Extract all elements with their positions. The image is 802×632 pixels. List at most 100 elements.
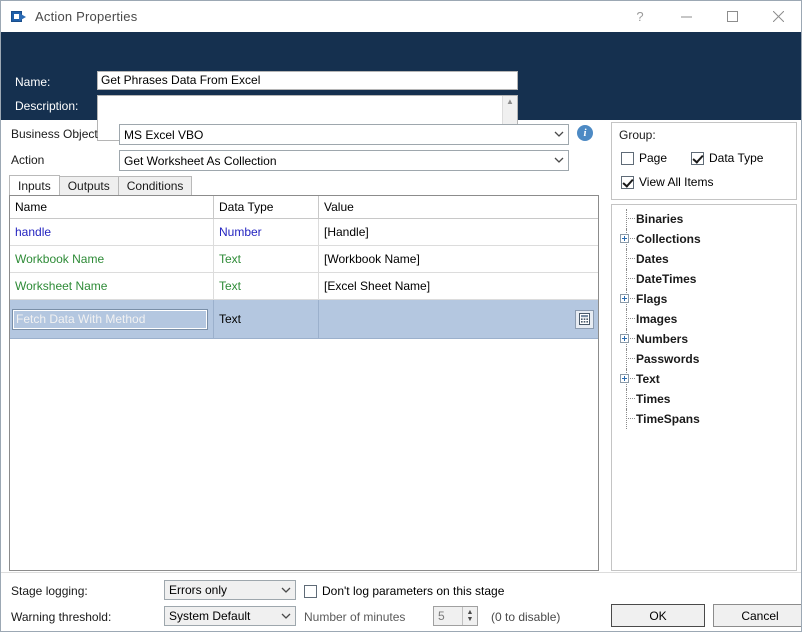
minutes-stepper-buttons[interactable]: ▲ ▼ [462,607,477,625]
tree-line [626,209,627,229]
column-header[interactable]: Data Type [213,196,318,218]
tree-item-label: Dates [636,252,669,266]
warning-threshold-label: Warning threshold: [11,610,112,624]
chevron-down-icon[interactable] [277,587,295,594]
tree-item-datetimes[interactable]: DateTimes [612,269,796,289]
scroll-up-icon[interactable]: ▲ [506,98,514,106]
minutes-value[interactable]: 5 [434,607,462,625]
tree-connector [626,418,635,419]
tree-item-label: Collections [636,232,701,246]
maximize-icon[interactable] [709,1,755,32]
name-label: Name: [15,75,51,89]
tree-connector [626,218,635,219]
expand-plus-icon[interactable] [620,294,629,303]
checkbox-page-label: Page [639,151,668,165]
tree-item-label: Numbers [636,332,689,346]
tree-connector [626,398,635,399]
help-icon[interactable]: ? [617,1,663,32]
stage-logging-select[interactable]: Errors only [164,580,296,600]
checkbox-view-all-items-box[interactable] [621,175,634,189]
tree-item-times[interactable]: Times [612,389,796,409]
stepper-up-icon[interactable]: ▲ [467,609,474,616]
window-title: Action Properties [35,9,138,24]
cancel-button[interactable]: Cancel [713,604,801,627]
table-row[interactable]: Workbook Name Text [Workbook Name] [10,246,598,273]
tree-item-label: DateTimes [636,272,697,286]
chevron-down-icon[interactable] [550,125,568,144]
tree-line [626,349,627,369]
cell-name[interactable]: Worksheet Name [10,279,213,293]
checkbox-view-all-items[interactable]: View All Items [621,175,713,189]
chevron-down-icon[interactable] [277,613,295,620]
expand-plus-icon[interactable] [620,234,629,243]
expand-plus-icon[interactable] [620,374,629,383]
cell-data-type[interactable]: Text [213,246,318,272]
cell-name[interactable]: Fetch Data With Method [10,308,213,330]
info-icon[interactable]: i [577,125,593,141]
cell-data-type[interactable]: Text [213,300,318,338]
tree-item-numbers[interactable]: Numbers [612,329,796,349]
cell-value[interactable]: [Workbook Name] [318,246,598,272]
tree-line [626,309,627,329]
stepper-down-icon[interactable]: ▼ [467,616,474,623]
tree-item-label: Binaries [636,212,684,226]
cell-value[interactable]: [Excel Sheet Name] [318,273,598,299]
tree-line [626,269,627,289]
data-items-tree[interactable]: Binaries Collections Dates DateTimes Flags Im… [611,204,797,571]
minimize-icon[interactable] [663,1,709,32]
cell-value[interactable] [318,300,598,338]
warning-threshold-select[interactable]: System Default [164,606,296,626]
ok-button[interactable]: OK [611,604,705,627]
tree-item-label: TimeSpans [636,412,700,426]
tree-item-dates[interactable]: Dates [612,249,796,269]
tab-conditions[interactable]: Conditions [117,176,193,195]
tab-outputs[interactable]: Outputs [58,176,119,195]
cell-name[interactable]: Workbook Name [10,252,213,266]
cell-data-type[interactable]: Number [213,219,318,245]
minutes-stepper[interactable]: 5 ▲ ▼ [433,606,478,626]
disable-hint: (0 to disable) [491,610,561,624]
tree-item-binaries[interactable]: Binaries [612,209,796,229]
tree-connector [626,278,635,279]
business-object-select[interactable]: MS Excel VBO [119,124,569,145]
name-input[interactable]: Get Phrases Data From Excel [97,71,518,90]
tree-item-label: Passwords [636,352,700,366]
checkbox-page[interactable]: Page [621,151,667,165]
close-icon[interactable] [755,1,801,32]
tab-label: Inputs [18,178,51,193]
description-label: Description: [15,99,79,113]
column-header[interactable]: Value [318,196,598,218]
group-panel: Group: Page Data Type View All Items [611,122,797,200]
checkbox-page-box[interactable] [621,151,634,165]
cell-value[interactable]: [Handle] [318,219,598,245]
tree-item-label: Flags [636,292,668,306]
parameter-name-input[interactable]: Fetch Data With Method [12,308,208,330]
tree-item-passwords[interactable]: Passwords [612,349,796,369]
tree-item-collections[interactable]: Collections [612,229,796,249]
tab-inputs[interactable]: Inputs [9,175,60,195]
window-controls: ? [617,1,801,32]
cell-value-text: [Excel Sheet Name] [324,279,431,293]
action-select[interactable]: Get Worksheet As Collection [119,150,569,171]
tree-item-flags[interactable]: Flags [612,289,796,309]
checkbox-data-type-box[interactable] [691,151,704,165]
checkbox-dont-log-parameters[interactable]: Don't log parameters on this stage [304,584,504,598]
checkbox-dont-log-box[interactable] [304,584,317,598]
tree-item-timespans[interactable]: TimeSpans [612,409,796,429]
chevron-down-icon[interactable] [550,151,568,170]
number-of-minutes-label: Number of minutes [304,610,406,624]
column-header[interactable]: Name [10,200,213,214]
tree-line [626,249,627,269]
table-row[interactable]: handle Number [Handle] [10,219,598,246]
parameters-grid: Name Data Type Value handle Number [Handle] Wo… [9,195,599,571]
cell-data-type[interactable]: Text [213,273,318,299]
tree-item-text[interactable]: Text [612,369,796,389]
table-row[interactable]: Worksheet Name Text [Excel Sheet Name] [10,273,598,300]
tree-item-label: Times [636,392,671,406]
checkbox-data-type[interactable]: Data Type [691,151,763,165]
cell-name[interactable]: handle [10,225,213,239]
expression-builder-icon[interactable] [575,309,594,329]
tree-item-images[interactable]: Images [612,309,796,329]
expand-plus-icon[interactable] [620,334,629,343]
table-row[interactable]: Fetch Data With Method Text [10,300,598,339]
